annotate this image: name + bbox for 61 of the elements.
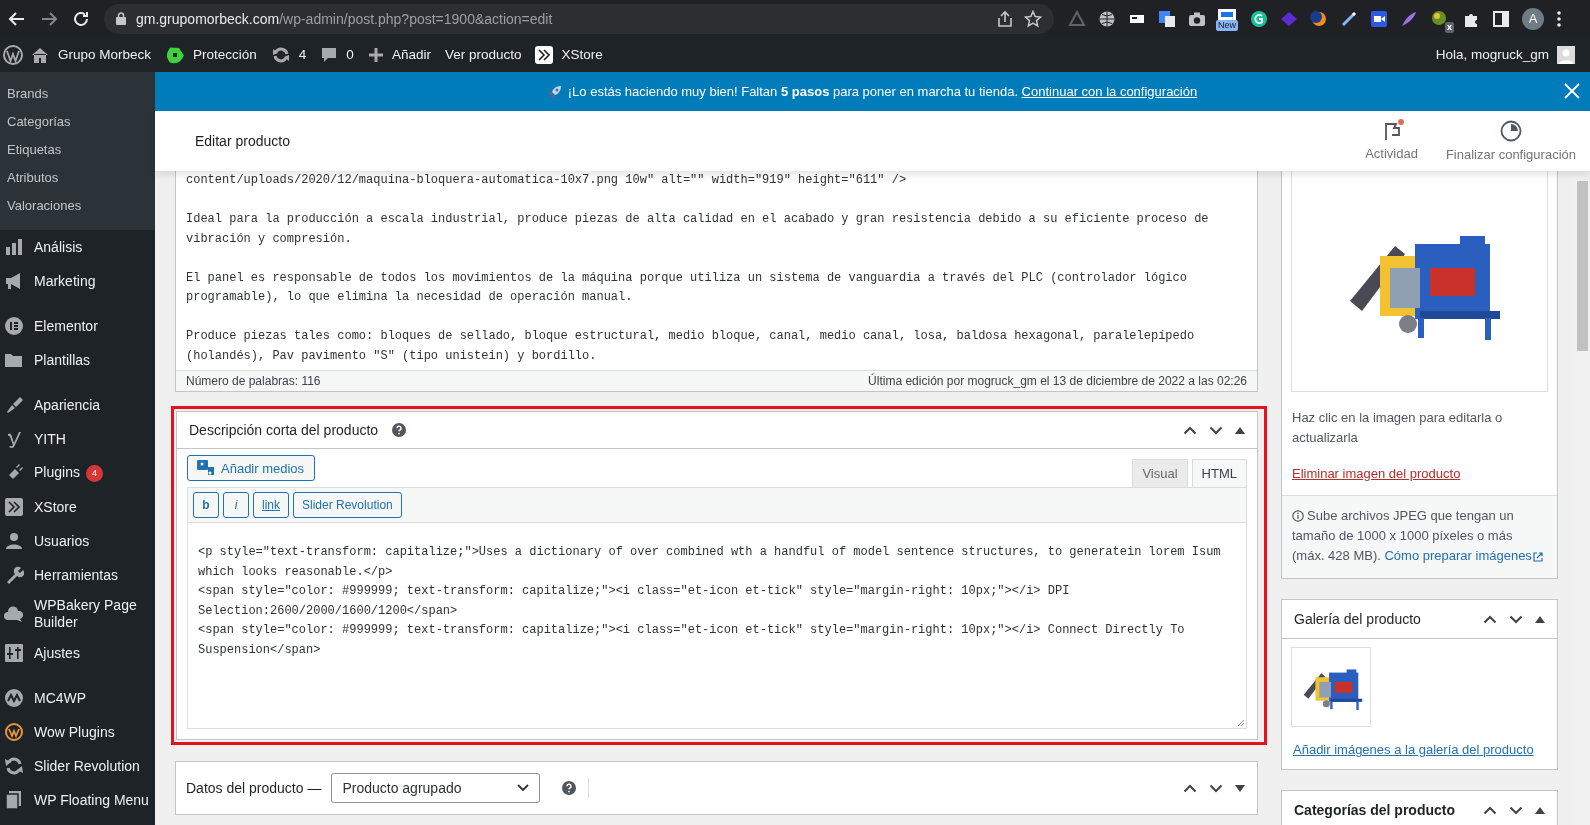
html-editor[interactable]: <p style="text-transform: capitalize;">Uses a dictionary of over combined wth a handful of model sentence structures, to generatein lorem Isum which looks reasonable.</p> <span style="color: #999999; text-transform: capitalize;"><i class="et-icon et-tick" style="margin-right: 10px;"></i> DPI Selection:2600/2000/1600/1200</span> <span style="color: #999999; text-transform: capitalize;"><i class="et-icon et-tick" style="margin-right: 10px;"></i> Connect Directly To Suspension</span> [187, 523, 1247, 729]
toolbar-item[interactable]: 4 [263, 37, 314, 72]
menu-item[interactable]: Plugins 4 [0, 456, 155, 490]
editor-tab[interactable]: Visual [1132, 459, 1188, 487]
menu-item[interactable]: Ajustes [0, 636, 155, 670]
panel-title: Datos del producto — [186, 780, 322, 796]
corner-badge: x [1445, 21, 1454, 33]
menu-item[interactable]: WPBakery Page Builder [0, 592, 155, 636]
user-greeting[interactable]: Hola, mogruck_gm [1428, 37, 1582, 72]
count-badge: 4 [85, 464, 103, 482]
toolbar-item[interactable]: 0 [313, 37, 361, 72]
add-gallery-link[interactable]: Añadir imágenes a la galería del producto [1282, 727, 1557, 769]
image-hint: Haz clic en la imagen para editarla o actualizarla [1291, 409, 1504, 447]
action-label: Finalizar configuración [1445, 147, 1576, 162]
profile-avatar[interactable]: A [1522, 7, 1544, 30]
add-media-button[interactable]: Añadir medios [187, 455, 316, 481]
toolbar-item[interactable]: Grupo Morbeck [23, 37, 159, 72]
menu-item[interactable]: Apariencia [0, 388, 155, 422]
menu-item[interactable]: Usuarios [0, 524, 155, 558]
menu-item[interactable]: MC4WP [0, 681, 155, 715]
menu-item[interactable]: Herramientas [0, 558, 155, 592]
menu-item[interactable]: Marketing [0, 264, 155, 298]
editor-tab[interactable]: HTML [1191, 459, 1247, 487]
new-badge: New [1216, 19, 1238, 31]
panel-title: Galería del producto [1294, 611, 1422, 627]
menu-item[interactable]: Slider Revolution [0, 749, 155, 783]
format-button[interactable]: i [223, 492, 249, 518]
action-label: Actividad [1365, 146, 1418, 161]
panel-title: Descripción corta del producto [189, 422, 379, 438]
menu-item[interactable]: YITH [0, 422, 155, 456]
content-editor[interactable]: content/uploads/2020/12/maquina-bloquera-automatica-10x7.png 10w" alt="" width="919" height="611" /> Ideal para la producción a escala industrial, produce piezas de alta calidad en el acabado y gran resistencia debido a su eficiente proceso de vibración y compresión. El panel es responsable de todos los movimientos de la máquina porque utiliza un sistema de vanguardia a través del PLC (controlador lógico programable), lo que elimina la necesidad de operación manual. Produce piezas tales como: bloques de sellado, bloque estructural, medio bloque, canal, medio canal, losa, baldosa hexagonal, paralelepípedo (holandés), Pav pavimento "S" (tipo unistein) y bordillo. [176, 171, 1233, 370]
format-button[interactable]: b [193, 492, 219, 518]
banner-message: ¡Lo estás haciendo muy bien! Faltan 5 pasos para poner en marcha tu tienda. Continuar con la configuración [567, 84, 1198, 99]
remove-image-link[interactable]: Eliminar imagen del producto [1282, 448, 1557, 495]
toolbar-item[interactable]: XStore [528, 37, 610, 72]
last-edit-info: Última edición por mogruck_gm el 13 de diciembre de 2022 a las 02:26 [868, 374, 1247, 388]
submenu-item[interactable]: Valoraciones [0, 192, 155, 220]
submenu-item[interactable]: Etiquetas [0, 136, 155, 164]
upload-notice: Sube archivos JPEG que tengan un tamaño de 1000 x 1000 píxeles o más (máx. 428 MB). Cómo preparar imágenes [1282, 495, 1557, 578]
toolbar-item[interactable]: Protección [158, 37, 264, 72]
word-count: Número de palabras: 116 [186, 374, 321, 388]
format-button[interactable]: link [253, 492, 289, 518]
submenu-item[interactable]: Brands [0, 80, 155, 108]
help-link[interactable]: Cómo preparar imágenes [1384, 548, 1546, 563]
header-action[interactable]: Actividad [1351, 111, 1432, 171]
panel-title: Categorías del producto [1294, 802, 1457, 818]
toolbar-item[interactable]: Añadir [360, 37, 438, 72]
menu-item[interactable]: Elementor [0, 309, 155, 343]
menu-item[interactable]: Wow Plugins [0, 715, 155, 749]
menu-item[interactable]: Análisis [0, 230, 155, 264]
format-button[interactable]: Slider Revolution [293, 492, 402, 518]
setup-link[interactable]: Continuar con la configuración [1021, 84, 1198, 99]
page-title: Editar producto [195, 133, 291, 149]
menu-item[interactable]: XStore [0, 490, 155, 524]
product-type-select[interactable]: Producto agrupado [331, 773, 541, 803]
menu-item[interactable]: Plantillas [0, 343, 155, 377]
submenu-item[interactable]: Categorías [0, 108, 155, 136]
header-action[interactable]: Finalizar configuración [1431, 111, 1590, 171]
menu-item[interactable]: WP Floating Menu [0, 783, 155, 817]
toolbar-item[interactable]: Ver producto [437, 37, 529, 72]
submenu-item[interactable]: Atributos [0, 164, 155, 192]
